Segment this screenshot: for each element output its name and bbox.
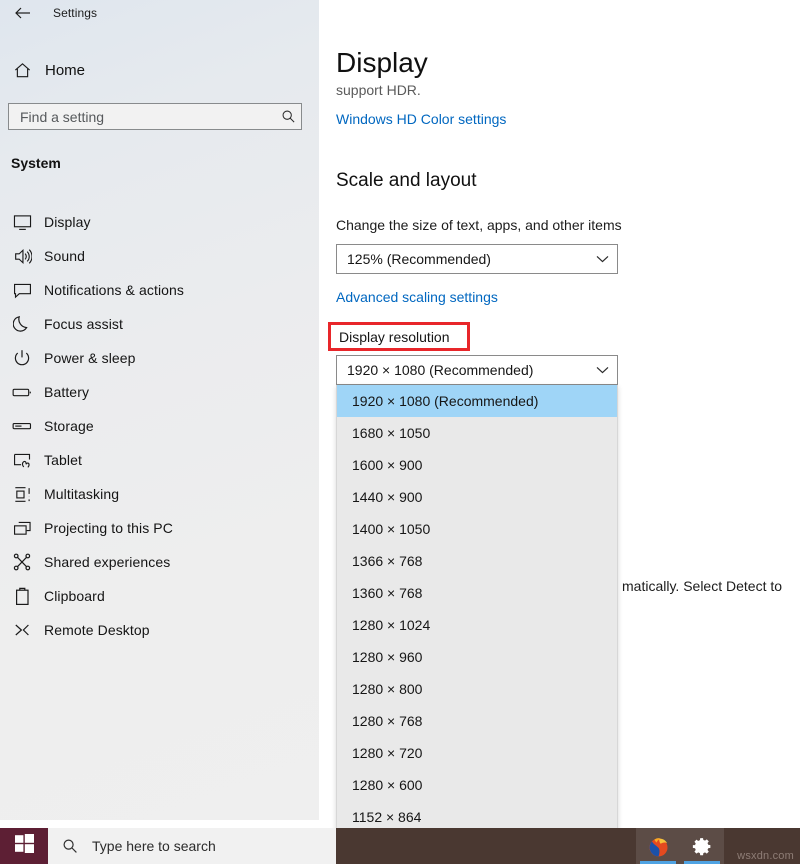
navigation-pane: Settings Home System — [0, 0, 319, 828]
start-button[interactable] — [0, 828, 48, 864]
sidebar-item-sound[interactable]: Sound — [0, 239, 319, 273]
detect-description-text: matically. Select Detect to — [622, 578, 782, 594]
sidebar-item-label: Notifications & actions — [44, 282, 184, 298]
scale-dropdown[interactable]: 125% (Recommended) — [336, 244, 618, 274]
sidebar-item-clipboard[interactable]: Clipboard — [0, 579, 319, 613]
sidebar-item-label: Clipboard — [44, 588, 105, 604]
resolution-option[interactable]: 1680 × 1050 — [337, 417, 617, 449]
resolution-option[interactable]: 1920 × 1080 (Recommended) — [337, 385, 617, 417]
sidebar-item-tablet[interactable]: Tablet — [0, 443, 319, 477]
scale-dropdown-value: 125% (Recommended) — [337, 251, 587, 267]
display-settings-pane: support HDR. Display Windows HD Color se… — [319, 0, 800, 828]
moon-icon — [0, 315, 44, 333]
resolution-dropdown-value: 1920 × 1080 (Recommended) — [337, 362, 587, 378]
settings-window: Settings Home System — [0, 0, 800, 864]
resolution-option[interactable]: 1600 × 900 — [337, 449, 617, 481]
resolution-option[interactable]: 1280 × 1024 — [337, 609, 617, 641]
chevron-down-icon — [587, 255, 617, 263]
sidebar-bottom-gap — [0, 820, 319, 828]
settings-gear-icon — [692, 836, 713, 857]
battery-icon — [0, 386, 44, 399]
resolution-option[interactable]: 1280 × 800 — [337, 673, 617, 705]
resolution-option[interactable]: 1280 × 768 — [337, 705, 617, 737]
search-input[interactable] — [9, 109, 275, 125]
windows-logo-icon — [15, 834, 34, 858]
sidebar-item-battery[interactable]: Battery — [0, 375, 319, 409]
taskbar-settings-button[interactable] — [680, 828, 724, 864]
sidebar-item-focus-assist[interactable]: Focus assist — [0, 307, 319, 341]
power-icon — [0, 349, 44, 367]
taskbar-firefox-button[interactable] — [636, 828, 680, 864]
resolution-option[interactable]: 1280 × 720 — [337, 737, 617, 769]
page-title: Display — [336, 46, 432, 80]
search-box[interactable] — [8, 103, 302, 130]
multitasking-icon — [0, 486, 44, 503]
sidebar-item-label: Multitasking — [44, 486, 119, 502]
resolution-option[interactable]: 1152 × 864 — [337, 801, 617, 828]
advanced-scaling-settings-link[interactable]: Advanced scaling settings — [336, 289, 498, 305]
home-icon — [0, 61, 44, 80]
clipboard-icon — [0, 587, 44, 606]
sidebar-item-display[interactable]: Display — [0, 205, 319, 239]
remote-desktop-icon — [0, 622, 44, 638]
scale-and-layout-heading: Scale and layout — [336, 170, 477, 192]
sidebar-item-shared-experiences[interactable]: Shared experiences — [0, 545, 319, 579]
sidebar-item-label: Storage — [44, 418, 94, 434]
sidebar-nav-list: Display Sound — [0, 205, 319, 647]
resolution-option[interactable]: 1280 × 960 — [337, 641, 617, 673]
search-icon — [48, 838, 92, 854]
back-arrow-icon[interactable] — [0, 0, 44, 26]
project-icon — [0, 520, 44, 537]
sidebar-item-storage[interactable]: Storage — [0, 409, 319, 443]
sidebar-item-remote-desktop[interactable]: Remote Desktop — [0, 613, 319, 647]
sidebar-item-label: Sound — [44, 248, 85, 264]
resolution-option[interactable]: 1366 × 768 — [337, 545, 617, 577]
sidebar-item-label: Power & sleep — [44, 350, 136, 366]
tablet-icon — [0, 452, 44, 469]
taskbar-app-buttons — [636, 828, 724, 864]
notification-icon — [0, 282, 44, 299]
sidebar-item-label: Tablet — [44, 452, 82, 468]
resolution-dropdown[interactable]: 1920 × 1080 (Recommended) — [336, 355, 618, 385]
resolution-option[interactable]: 1400 × 1050 — [337, 513, 617, 545]
display-resolution-highlight-box: Display resolution — [328, 322, 470, 351]
monitor-icon — [0, 214, 44, 231]
taskbar: Type here to search wsxdn.com — [0, 828, 800, 864]
window-title: Settings — [53, 6, 97, 20]
sidebar-item-label: Focus assist — [44, 316, 123, 332]
resolution-option[interactable]: 1440 × 900 — [337, 481, 617, 513]
sidebar-item-label: Remote Desktop — [44, 622, 150, 638]
taskbar-search-placeholder: Type here to search — [92, 838, 216, 854]
sidebar-item-label: Shared experiences — [44, 554, 170, 570]
sidebar-item-label: Home — [45, 62, 85, 79]
sidebar-item-multitasking[interactable]: Multitasking — [0, 477, 319, 511]
sidebar-item-projecting[interactable]: Projecting to this PC — [0, 511, 319, 545]
resolution-dropdown-list[interactable]: 1920 × 1080 (Recommended)1680 × 10501600… — [336, 385, 618, 828]
taskbar-search-box[interactable]: Type here to search — [48, 828, 336, 864]
windows-hd-color-settings-link[interactable]: Windows HD Color settings — [336, 111, 506, 127]
section-heading: System — [11, 155, 61, 171]
scale-description: Change the size of text, apps, and other… — [336, 217, 622, 233]
search-icon — [275, 109, 301, 124]
sidebar-item-power-sleep[interactable]: Power & sleep — [0, 341, 319, 375]
share-icon — [0, 553, 44, 571]
title-bar: Settings — [0, 0, 319, 26]
watermark: wsxdn.com — [737, 850, 794, 862]
display-resolution-label: Display resolution — [331, 329, 450, 345]
sidebar-item-home[interactable]: Home — [0, 55, 319, 85]
speaker-icon — [0, 248, 44, 265]
resolution-option[interactable]: 1360 × 768 — [337, 577, 617, 609]
chevron-down-icon — [587, 366, 617, 374]
sidebar-item-label: Battery — [44, 384, 89, 400]
sidebar-item-label: Display — [44, 214, 91, 230]
sidebar-item-notifications[interactable]: Notifications & actions — [0, 273, 319, 307]
storage-icon — [0, 420, 44, 432]
sidebar-item-label: Projecting to this PC — [44, 520, 173, 536]
hdr-support-text: support HDR. — [336, 82, 421, 98]
firefox-icon — [647, 835, 670, 858]
resolution-option[interactable]: 1280 × 600 — [337, 769, 617, 801]
